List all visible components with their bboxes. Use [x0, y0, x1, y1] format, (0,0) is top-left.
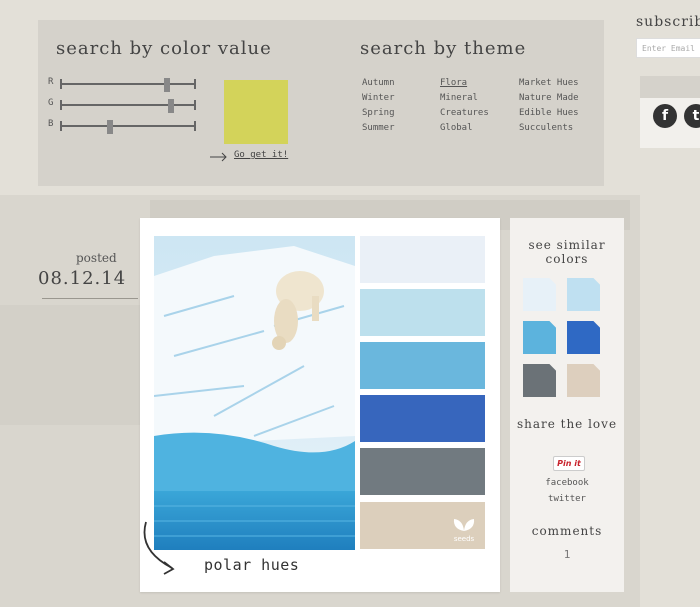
theme-link-nature-made[interactable]: Nature Made	[519, 91, 579, 106]
seeds-logo-text: seeds	[453, 535, 475, 543]
posted-date: 08.12.14	[38, 268, 127, 289]
slider-b[interactable]: B	[48, 119, 208, 134]
similar-color-swatch[interactable]	[567, 364, 600, 397]
theme-link-edible-hues[interactable]: Edible Hues	[519, 106, 579, 121]
theme-link-market-hues[interactable]: Market Hues	[519, 76, 579, 91]
theme-link-winter[interactable]: Winter	[362, 91, 395, 106]
theme-link-creatures[interactable]: Creatures	[440, 106, 489, 121]
slider-track	[60, 83, 196, 85]
leaf-icon	[453, 519, 475, 531]
email-input[interactable]: Enter Email	[636, 38, 700, 58]
similar-colors-title: see similar colors	[528, 238, 606, 266]
comments-title: comments	[531, 524, 603, 538]
share-title: share the love	[516, 417, 618, 431]
similar-color-swatch[interactable]	[523, 321, 556, 354]
theme-link-succulents[interactable]: Succulents	[519, 121, 579, 136]
palette-caption: polar hues	[204, 556, 300, 574]
theme-link-flora[interactable]: Flora	[440, 76, 489, 91]
similar-color-swatch[interactable]	[567, 278, 600, 311]
color-preview-swatch	[224, 80, 288, 144]
twitter-share-link[interactable]: twitter	[510, 494, 624, 504]
go-get-it-link[interactable]: Go get it!	[234, 150, 288, 160]
theme-column-misc: Market Hues Nature Made Edible Hues Succ…	[519, 76, 579, 136]
slider-cap	[60, 79, 62, 89]
palette-swatch[interactable]	[360, 289, 485, 336]
divider	[42, 298, 138, 299]
social-strip	[640, 76, 700, 98]
slider-g[interactable]: G	[48, 98, 208, 113]
palette-swatch[interactable]	[360, 342, 485, 389]
pinterest-button[interactable]: Pin it	[553, 456, 585, 471]
slider-cap	[194, 121, 196, 131]
slider-label: R	[48, 77, 54, 87]
slider-thumb[interactable]	[106, 120, 113, 134]
palette-card: seeds polar hues	[140, 218, 500, 592]
theme-link-summer[interactable]: Summer	[362, 121, 395, 136]
theme-link-global[interactable]: Global	[440, 121, 489, 136]
similar-color-swatch[interactable]	[567, 321, 600, 354]
seeds-logo: seeds	[451, 517, 477, 543]
similar-color-swatch[interactable]	[523, 364, 556, 397]
background-texture	[0, 305, 140, 425]
search-panel: search by color value R G B Go get it! s…	[38, 20, 604, 186]
theme-link-spring[interactable]: Spring	[362, 106, 395, 121]
slider-cap	[194, 100, 196, 110]
polar-bear-photo[interactable]	[154, 236, 355, 550]
social-box: f t	[640, 76, 700, 148]
posted-label: posted	[76, 251, 117, 265]
slider-r[interactable]: R	[48, 77, 208, 92]
slider-thumb[interactable]	[164, 78, 171, 92]
theme-link-autumn[interactable]: Autumn	[362, 76, 395, 91]
facebook-icon[interactable]: f	[653, 104, 677, 128]
palette-swatch[interactable]: seeds	[360, 502, 485, 549]
similar-color-swatch[interactable]	[523, 278, 556, 311]
palette-swatch[interactable]	[360, 448, 485, 495]
comment-count[interactable]: 1	[510, 548, 624, 561]
slider-track	[60, 104, 196, 106]
facebook-share-link[interactable]: facebook	[510, 478, 624, 488]
curved-arrow-icon	[143, 521, 175, 575]
slider-cap	[194, 79, 196, 89]
color-search-title: search by color value	[56, 38, 272, 59]
theme-column-nature: Flora Mineral Creatures Global	[440, 76, 489, 136]
slider-label: G	[48, 98, 54, 108]
theme-link-mineral[interactable]: Mineral	[440, 91, 489, 106]
subscribe-title: subscribe	[636, 14, 700, 30]
palette-swatch[interactable]	[360, 395, 485, 442]
twitter-icon[interactable]: t	[684, 104, 700, 128]
side-panel: see similar colors share the love Pin it…	[510, 218, 624, 592]
arrow-right-icon	[210, 152, 227, 162]
theme-column-seasons: Autumn Winter Spring Summer	[362, 76, 395, 136]
palette-swatch[interactable]	[360, 236, 485, 283]
slider-cap	[60, 100, 62, 110]
slider-cap	[60, 121, 62, 131]
theme-search-title: search by theme	[360, 38, 527, 59]
slider-label: B	[48, 119, 54, 129]
slider-track	[60, 125, 196, 127]
slider-thumb[interactable]	[168, 99, 175, 113]
